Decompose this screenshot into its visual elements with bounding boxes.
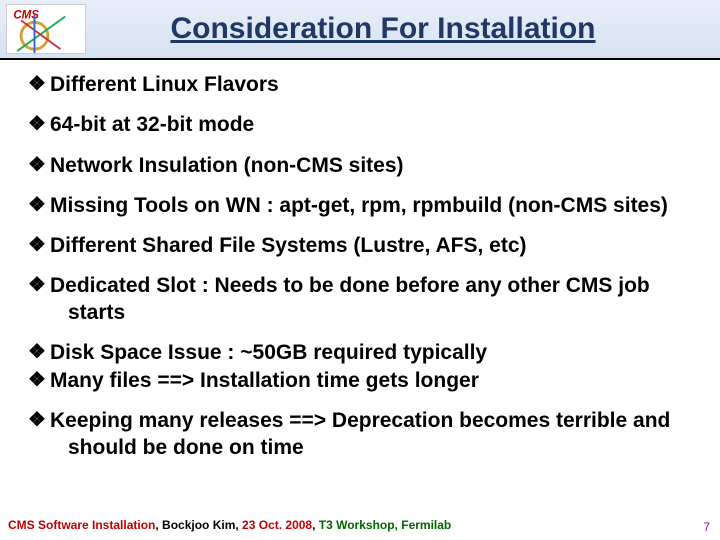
bullet-item: ❖Different Shared File Systems (Lustre, … <box>28 233 692 259</box>
footer: CMS Software Installation, Bockjoo Kim, … <box>8 518 712 532</box>
bullet-text: Different Shared File Systems (Lustre, A… <box>50 233 692 259</box>
footer-part1: CMS Software Installation <box>8 518 155 532</box>
bullet-text: Different Linux Flavors <box>50 72 692 98</box>
diamond-bullet-icon: ❖ <box>28 153 50 178</box>
bullet-item: ❖Different Linux Flavors <box>28 72 692 98</box>
header-band: CMS Consideration For Installation <box>0 0 720 60</box>
bullet-text: Dedicated Slot : Needs to be done before… <box>50 273 692 326</box>
diamond-bullet-icon: ❖ <box>28 233 50 258</box>
bullet-text: Missing Tools on WN : apt-get, rpm, rpmb… <box>50 193 692 219</box>
bullet-text: Many files ==> Installation time gets lo… <box>50 368 692 394</box>
bullet-item: ❖Network Insulation (non-CMS sites) <box>28 153 692 179</box>
cms-logo: CMS <box>6 4 86 54</box>
bullet-item: ❖Missing Tools on WN : apt-get, rpm, rpm… <box>28 193 692 219</box>
page-number: 7 <box>703 520 710 534</box>
slide-body: ❖Different Linux Flavors❖64-bit at 32-bi… <box>0 60 720 540</box>
bullet-item: ❖Many files ==> Installation time gets l… <box>28 368 692 394</box>
diamond-bullet-icon: ❖ <box>28 273 50 298</box>
slide: CMS Consideration For Installation ❖Diff… <box>0 0 720 540</box>
diamond-bullet-icon: ❖ <box>28 408 50 433</box>
diamond-bullet-icon: ❖ <box>28 368 50 393</box>
diamond-bullet-icon: ❖ <box>28 72 50 97</box>
bullet-text: Disk Space Issue : ~50GB required typica… <box>50 340 692 366</box>
footer-part3: 23 Oct. 2008 <box>242 518 312 532</box>
bullet-item: ❖Disk Space Issue : ~50GB required typic… <box>28 340 692 366</box>
bullet-item: ❖Dedicated Slot : Needs to be done befor… <box>28 273 692 326</box>
bullet-item: ❖Keeping many releases ==> Deprecation b… <box>28 408 692 461</box>
diamond-bullet-icon: ❖ <box>28 340 50 365</box>
bullet-text: 64-bit at 32-bit mode <box>50 112 692 138</box>
bullet-text: Network Insulation (non-CMS sites) <box>50 153 692 179</box>
diamond-bullet-icon: ❖ <box>28 193 50 218</box>
diamond-bullet-icon: ❖ <box>28 112 50 137</box>
bullet-item: ❖64-bit at 32-bit mode <box>28 112 692 138</box>
slide-title: Consideration For Installation <box>86 12 720 46</box>
footer-part4: T3 Workshop, Fermilab <box>319 518 451 532</box>
bullet-text: Keeping many releases ==> Deprecation be… <box>50 408 692 461</box>
footer-part2: Bockjoo Kim <box>162 518 235 532</box>
